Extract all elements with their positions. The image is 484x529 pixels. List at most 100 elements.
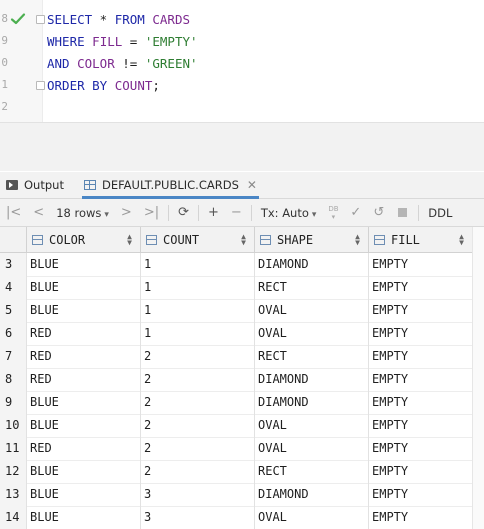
toolbar-separator	[168, 204, 170, 221]
rollback-icon[interactable]: ↺	[373, 199, 384, 226]
table-cell[interactable]: 2	[140, 391, 254, 414]
next-page-icon[interactable]: >	[121, 199, 132, 226]
code-token: *	[92, 12, 115, 27]
code-line: WHERE FILL = 'EMPTY'	[47, 34, 198, 49]
table-cell[interactable]: EMPTY	[368, 391, 472, 414]
rows-count-dropdown[interactable]: 18 rows ▾	[56, 206, 109, 220]
table-cell[interactable]: EMPTY	[368, 414, 472, 437]
table-cell[interactable]: 2	[140, 345, 254, 368]
results-grid: COLOR ▲ ▼ COUNT ▲ ▼ SHAPE ▲ ▼ FILL ▲ ▼ 3 BLUE…	[0, 227, 472, 529]
table-row[interactable]: 8 RED 2 DIAMOND EMPTY	[0, 368, 472, 392]
last-page-icon[interactable]: >|	[144, 199, 159, 226]
column-header[interactable]: FILL ▲ ▼	[368, 227, 472, 252]
table-row[interactable]: 6 RED 1 OVAL EMPTY	[0, 322, 472, 346]
transaction-mode-dropdown[interactable]: Tx: Auto ▾	[261, 206, 317, 220]
sort-icon[interactable]: ▲ ▼	[355, 232, 360, 246]
remove-row-icon[interactable]: −	[231, 199, 242, 226]
table-cell[interactable]: DIAMOND	[254, 368, 368, 391]
commit-icon[interactable]: ✓	[350, 199, 361, 226]
table-cell[interactable]: OVAL	[254, 414, 368, 437]
code-token: CARDS	[144, 12, 190, 27]
table-cell[interactable]: 1	[140, 276, 254, 299]
tab-output[interactable]: Output	[6, 172, 64, 198]
tab-result-table[interactable]: DEFAULT.PUBLIC.CARDS ✕	[82, 172, 259, 199]
sort-icon[interactable]: ▲ ▼	[241, 232, 246, 246]
column-header[interactable]: SHAPE ▲ ▼	[254, 227, 368, 252]
table-cell[interactable]: OVAL	[254, 506, 368, 529]
code-token: FROM	[114, 12, 145, 27]
stop-icon[interactable]	[398, 208, 408, 217]
table-row[interactable]: 9 BLUE 2 DIAMOND EMPTY	[0, 391, 472, 415]
refresh-icon[interactable]: ⟳	[178, 199, 189, 226]
table-cell[interactable]: DIAMOND	[254, 391, 368, 414]
table-cell[interactable]: BLUE	[26, 299, 140, 322]
table-cell[interactable]: EMPTY	[368, 299, 472, 322]
fold-marker-icon[interactable]	[36, 15, 45, 24]
table-cell[interactable]: 2	[140, 414, 254, 437]
table-row[interactable]: 13 BLUE 3 DIAMOND EMPTY	[0, 483, 472, 507]
table-row[interactable]: 7 RED 2 RECT EMPTY	[0, 345, 472, 369]
table-cell[interactable]: EMPTY	[368, 368, 472, 391]
table-row[interactable]: 4 BLUE 1 RECT EMPTY	[0, 276, 472, 300]
table-row[interactable]: 3 BLUE 1 DIAMOND EMPTY	[0, 253, 472, 277]
table-cell[interactable]: OVAL	[254, 299, 368, 322]
table-cell[interactable]: BLUE	[26, 460, 140, 483]
column-icon	[374, 234, 385, 245]
table-cell[interactable]: RED	[26, 345, 140, 368]
line-number: 8	[1, 12, 8, 25]
column-header[interactable]: COUNT ▲ ▼	[140, 227, 254, 252]
sort-icon[interactable]: ▲ ▼	[127, 232, 132, 246]
table-row[interactable]: 5 BLUE 1 OVAL EMPTY	[0, 299, 472, 323]
table-cell[interactable]: BLUE	[26, 414, 140, 437]
sort-icon[interactable]: ▲ ▼	[459, 232, 464, 246]
terminal-icon	[6, 180, 18, 190]
table-cell[interactable]: EMPTY	[368, 322, 472, 345]
table-cell[interactable]: RED	[26, 437, 140, 460]
table-cell[interactable]: 2	[140, 368, 254, 391]
table-row[interactable]: 10 BLUE 2 OVAL EMPTY	[0, 414, 472, 438]
table-cell[interactable]: DIAMOND	[254, 253, 368, 276]
table-cell[interactable]: 3	[140, 483, 254, 506]
table-cell[interactable]: 3	[140, 506, 254, 529]
database-icon[interactable]: DB ▾	[327, 205, 339, 221]
table-cell[interactable]: DIAMOND	[254, 483, 368, 506]
table-cell[interactable]: BLUE	[26, 276, 140, 299]
table-cell[interactable]: BLUE	[26, 506, 140, 529]
vertical-scrollbar[interactable]	[472, 227, 484, 529]
table-cell[interactable]: 2	[140, 437, 254, 460]
table-cell[interactable]: RED	[26, 368, 140, 391]
close-icon[interactable]: ✕	[247, 178, 257, 192]
table-cell[interactable]: EMPTY	[368, 460, 472, 483]
table-cell[interactable]: 1	[140, 322, 254, 345]
checkmark-icon	[10, 13, 26, 25]
table-cell[interactable]: EMPTY	[368, 506, 472, 529]
column-header[interactable]: COLOR ▲ ▼	[26, 227, 140, 252]
table-row[interactable]: 14 BLUE 3 OVAL EMPTY	[0, 506, 472, 529]
ddl-button[interactable]: DDL	[428, 206, 452, 220]
first-page-icon[interactable]: |<	[6, 199, 21, 226]
table-cell[interactable]: EMPTY	[368, 345, 472, 368]
table-cell[interactable]: 1	[140, 299, 254, 322]
table-cell[interactable]: EMPTY	[368, 253, 472, 276]
table-cell[interactable]: 2	[140, 460, 254, 483]
table-cell[interactable]: OVAL	[254, 322, 368, 345]
table-row[interactable]: 12 BLUE 2 RECT EMPTY	[0, 460, 472, 484]
add-row-icon[interactable]: +	[208, 199, 219, 226]
rows-count-label: 18 rows	[56, 205, 102, 220]
table-cell[interactable]: 1	[140, 253, 254, 276]
table-cell[interactable]: RED	[26, 322, 140, 345]
fold-marker-icon[interactable]	[36, 81, 45, 90]
table-cell[interactable]: BLUE	[26, 253, 140, 276]
table-row[interactable]: 11 RED 2 OVAL EMPTY	[0, 437, 472, 461]
sql-editor[interactable]: 8 9 0 1 2 SELECT * FROM CARDS WHERE FILL…	[0, 0, 484, 122]
table-cell[interactable]: RECT	[254, 276, 368, 299]
table-cell[interactable]: RECT	[254, 345, 368, 368]
table-cell[interactable]: EMPTY	[368, 276, 472, 299]
table-cell[interactable]: RECT	[254, 460, 368, 483]
table-cell[interactable]: EMPTY	[368, 437, 472, 460]
previous-page-icon[interactable]: <	[33, 199, 44, 226]
table-cell[interactable]: BLUE	[26, 483, 140, 506]
table-cell[interactable]: OVAL	[254, 437, 368, 460]
table-cell[interactable]: BLUE	[26, 391, 140, 414]
table-cell[interactable]: EMPTY	[368, 483, 472, 506]
